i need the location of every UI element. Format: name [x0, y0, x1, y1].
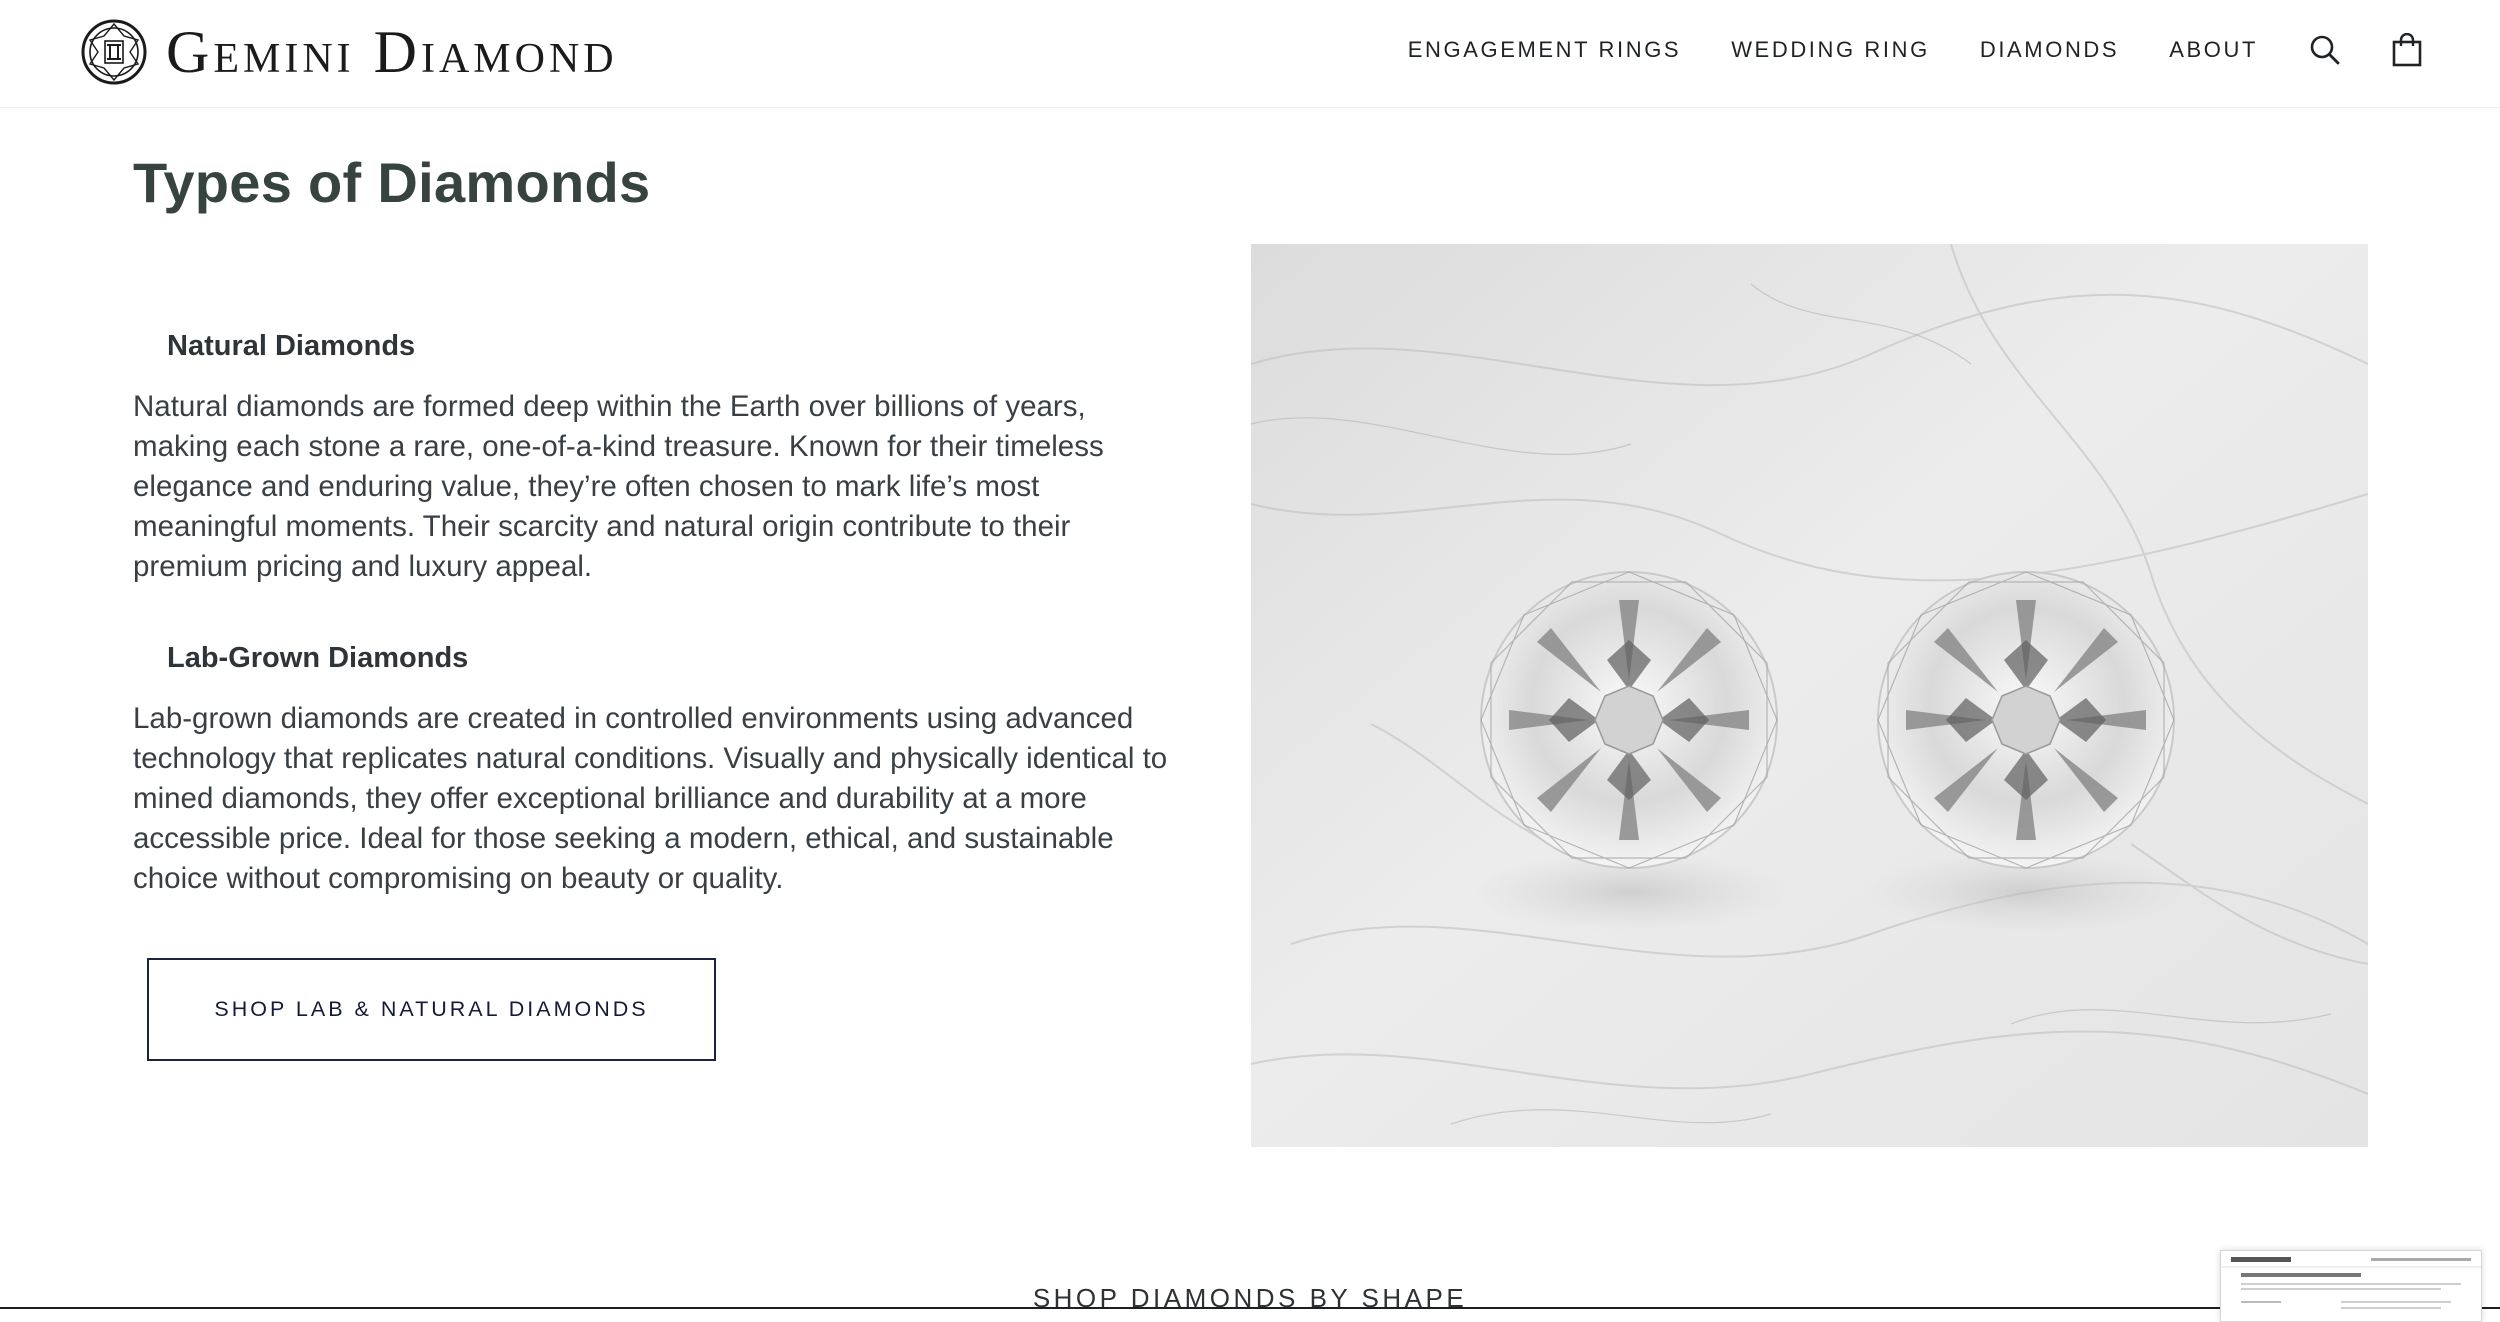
logo-diamond-icon [81, 19, 147, 85]
natural-diamonds-description: Natural diamonds are formed deep within … [133, 387, 1193, 587]
lab-line: Lab-grown diamonds are created in contro… [133, 702, 1134, 735]
natural-line: meaningful moments. Their scarcity and n… [133, 510, 1071, 543]
nav-wedding-ring[interactable]: WEDDING RING [1731, 37, 1930, 63]
logo-text: Gemini Diamond [166, 19, 618, 85]
site-header: Gemini Diamond ENGAGEMENT RINGS WEDDING … [0, 0, 2500, 108]
diamonds-photo [1251, 244, 2368, 1147]
lab-line: technology that replicates natural condi… [133, 742, 1168, 775]
shopping-bag-icon[interactable] [2390, 33, 2424, 67]
page-preview-thumbnail[interactable] [2220, 1250, 2482, 1322]
natural-line: elegance and enduring value, they’re oft… [133, 470, 1040, 503]
natural-line: making each stone a rare, one-of-a-kind … [133, 430, 1104, 463]
search-icon[interactable] [2308, 33, 2342, 67]
lab-line: accessible price. Ideal for those seekin… [133, 822, 1114, 855]
lab-line: choice without compromising on beauty or… [133, 862, 784, 895]
lab-grown-diamonds-heading: Lab-Grown Diamonds [167, 642, 469, 674]
page-title: Types of Diamonds [133, 151, 651, 214]
main-nav: ENGAGEMENT RINGS WEDDING RING DIAMONDS A… [1408, 0, 2500, 100]
nav-diamonds[interactable]: DIAMONDS [1980, 37, 2119, 63]
shop-by-shape-heading: SHOP DIAMONDS BY SHAPE [1032, 1283, 1468, 1313]
natural-line: Natural diamonds are formed deep within … [133, 390, 1086, 423]
lab-grown-diamonds-description: Lab-grown diamonds are created in contro… [133, 699, 1243, 899]
shop-lab-natural-diamonds-button[interactable]: SHOP LAB & NATURAL DIAMONDS [147, 958, 716, 1061]
nav-about[interactable]: ABOUT [2169, 37, 2258, 63]
natural-diamonds-heading: Natural Diamonds [167, 330, 416, 362]
nav-engagement-rings[interactable]: ENGAGEMENT RINGS [1408, 37, 1681, 63]
lab-line: mined diamonds, they offer exceptional b… [133, 782, 1087, 815]
logo[interactable]: Gemini Diamond [80, 16, 618, 88]
natural-line: premium pricing and luxury appeal. [133, 550, 593, 583]
